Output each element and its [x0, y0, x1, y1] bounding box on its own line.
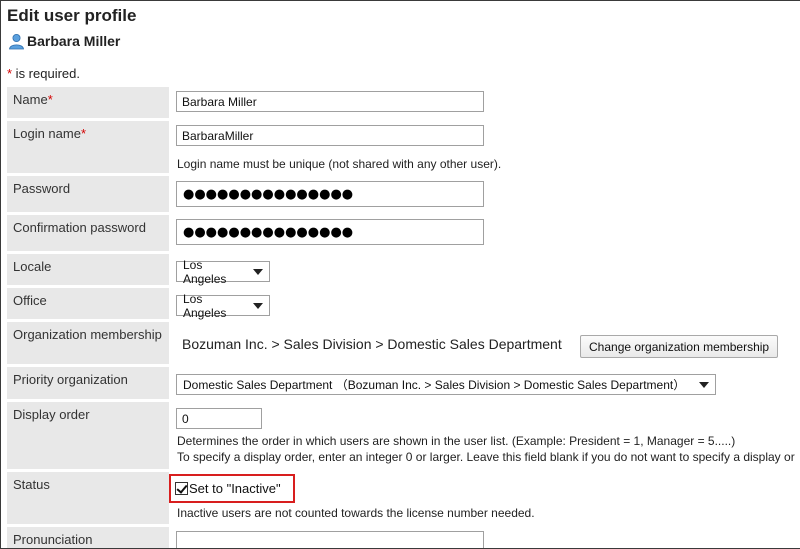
row-office: Office Los Angeles	[7, 288, 800, 320]
edit-user-profile-frame: Edit user profile Barbara Miller * is re…	[0, 0, 800, 549]
confirm-password-value-cell: ●●●●●●●●●●●●●●●	[169, 215, 800, 251]
status-value-cell: Set to "Inactive" Inactive users are not…	[169, 472, 800, 524]
status-hint: Inactive users are not counted towards t…	[177, 506, 535, 520]
office-value-cell: Los Angeles	[169, 288, 800, 320]
pronunciation-value-cell	[169, 527, 800, 548]
row-organization-membership: Organization membership Bozuman Inc. > S…	[7, 322, 800, 364]
password-input[interactable]: ●●●●●●●●●●●●●●●	[176, 181, 484, 207]
required-note-text: is required.	[12, 66, 80, 81]
display-order-value-cell: Determines the order in which users are …	[169, 402, 800, 469]
login-name-hint: Login name must be unique (not shared wi…	[177, 157, 502, 171]
display-order-hint-2: To specify a display order, enter an int…	[177, 450, 795, 464]
locale-value-cell: Los Angeles	[169, 254, 800, 286]
name-label: Name*	[7, 87, 169, 118]
office-label: Office	[7, 288, 169, 319]
confirm-password-label: Confirmation password	[7, 215, 169, 251]
office-select[interactable]: Los Angeles	[176, 292, 270, 320]
row-pronunciation: Pronunciation	[7, 527, 800, 548]
priority-organization-selected: Domestic Sales Department （Bozuman Inc. …	[183, 378, 686, 392]
password-label: Password	[7, 176, 169, 212]
locale-selected: Los Angeles	[183, 257, 227, 286]
chevron-down-icon	[253, 302, 263, 309]
locale-label: Locale	[7, 254, 169, 285]
login-name-label-text: Login name	[13, 126, 81, 141]
password-value-cell: ●●●●●●●●●●●●●●●	[169, 176, 800, 212]
confirm-password-input[interactable]: ●●●●●●●●●●●●●●●	[176, 219, 484, 245]
row-priority-organization: Priority organization Domestic Sales Dep…	[7, 367, 800, 399]
required-star: *	[47, 92, 53, 107]
row-name: Name*	[7, 87, 800, 118]
login-name-value-cell: Login name must be unique (not shared wi…	[169, 121, 800, 173]
locale-select[interactable]: Los Angeles	[176, 258, 270, 286]
row-login-name: Login name* Login name must be unique (n…	[7, 121, 800, 173]
inactive-checkbox-label[interactable]: Set to "Inactive"	[189, 481, 281, 496]
inactive-checkbox-highlight[interactable]: Set to "Inactive"	[169, 474, 295, 503]
user-icon	[9, 33, 24, 49]
user-name: Barbara Miller	[27, 33, 121, 49]
name-input[interactable]	[176, 91, 484, 112]
required-note: * is required.	[7, 66, 80, 81]
priority-organization-label: Priority organization	[7, 367, 169, 399]
display-order-label: Display order	[7, 402, 169, 469]
display-order-input[interactable]	[176, 408, 262, 429]
pronunciation-input[interactable]	[176, 531, 484, 548]
priority-organization-select[interactable]: Domestic Sales Department （Bozuman Inc. …	[176, 374, 716, 395]
name-label-text: Name	[13, 92, 48, 107]
chevron-down-icon	[253, 268, 263, 275]
status-label: Status	[7, 472, 169, 524]
organization-path: Bozuman Inc. > Sales Division > Domestic…	[182, 336, 562, 352]
login-name-input[interactable]	[176, 125, 484, 146]
organization-membership-label: Organization membership	[7, 322, 169, 364]
page-title: Edit user profile	[7, 6, 137, 25]
login-name-label: Login name*	[7, 121, 169, 173]
inactive-checkbox[interactable]	[175, 482, 188, 495]
change-organization-membership-button[interactable]: Change organization membership	[580, 335, 779, 358]
row-password: Password ●●●●●●●●●●●●●●●	[7, 176, 800, 212]
row-confirm-password: Confirmation password ●●●●●●●●●●●●●●●	[7, 215, 800, 251]
organization-membership-value-cell: Bozuman Inc. > Sales Division > Domestic…	[169, 322, 800, 364]
priority-organization-value-cell: Domestic Sales Department （Bozuman Inc. …	[169, 367, 800, 399]
pronunciation-label: Pronunciation	[7, 527, 169, 548]
office-selected: Los Angeles	[183, 291, 227, 320]
name-value-cell	[169, 87, 800, 118]
row-display-order: Display order Determines the order in wh…	[7, 402, 800, 469]
chevron-down-icon	[699, 381, 709, 388]
row-status: Status Set to "Inactive" Inactive users …	[7, 472, 800, 524]
row-locale: Locale Los Angeles	[7, 254, 800, 286]
display-order-hint-1: Determines the order in which users are …	[177, 434, 736, 448]
required-star: *	[80, 126, 87, 141]
user-header: Barbara Miller	[8, 32, 120, 50]
